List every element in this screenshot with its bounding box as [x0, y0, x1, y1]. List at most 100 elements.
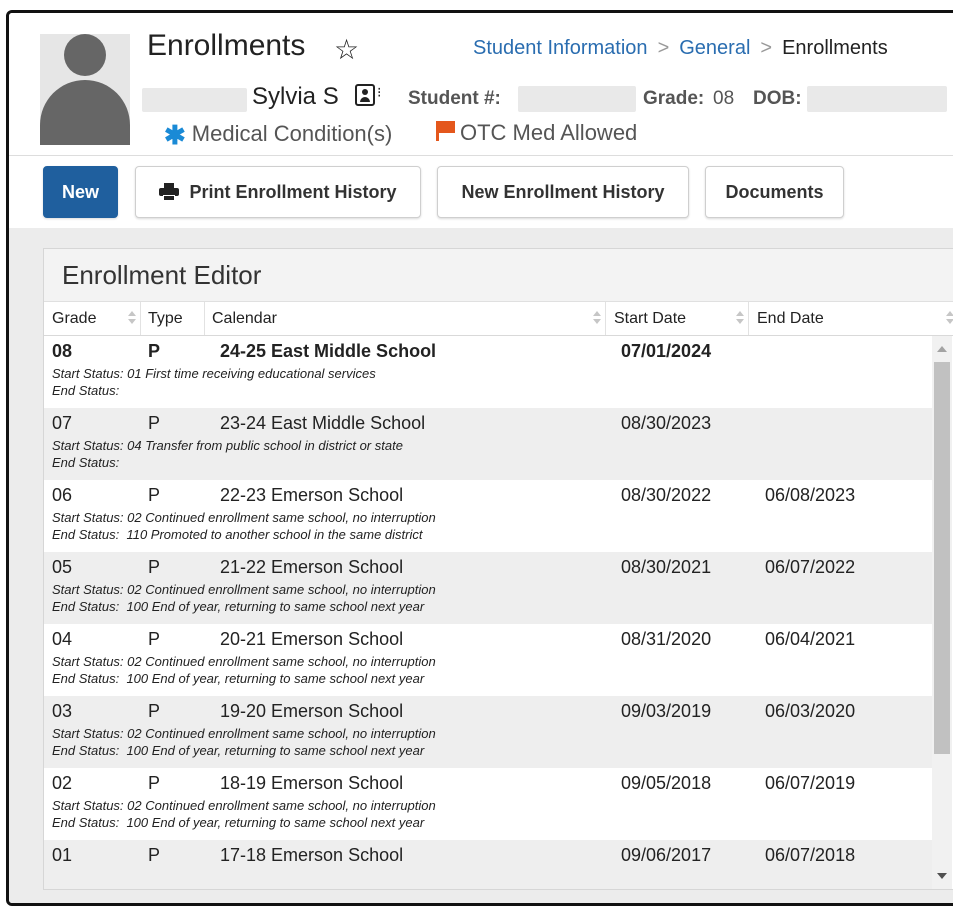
scroll-up-arrow-icon[interactable]	[937, 346, 947, 352]
action-toolbar: New Print Enrollment History New Enrollm…	[9, 155, 953, 229]
type-cell: P	[148, 341, 161, 361]
grade-label: Grade:	[643, 88, 705, 109]
table-row[interactable]: 05 P 21-22 Emerson School 08/30/2021 06/…	[44, 552, 932, 624]
table-row[interactable]: 04 P 20-21 Emerson School 08/31/2020 06/…	[44, 624, 932, 696]
end-date-cell: 06/04/2021	[765, 629, 856, 649]
table-row[interactable]: 03 P 19-20 Emerson School 09/03/2019 06/…	[44, 696, 932, 768]
column-header-type[interactable]: Type	[148, 310, 183, 328]
print-enrollment-history-button[interactable]: Print Enrollment History	[135, 166, 421, 218]
table-row[interactable]: 07 P 23-24 East Middle School 08/30/2023…	[44, 408, 932, 480]
favorite-star-icon[interactable]: ☆	[334, 33, 359, 66]
calendar-cell: 17-18 Emerson School	[220, 845, 404, 865]
end-date-cell: 06/07/2018	[765, 845, 856, 865]
breadcrumb-separator-icon: >	[760, 37, 773, 59]
calendar-cell: 19-20 Emerson School	[220, 701, 404, 721]
start-status-label: Start Status:	[52, 366, 124, 381]
flag-icon	[434, 120, 456, 142]
student-name: Sylvia S	[252, 83, 339, 110]
dob-label: DOB:	[753, 88, 802, 109]
breadcrumb-current: Enrollments	[782, 37, 888, 59]
new-button[interactable]: New	[43, 166, 118, 218]
type-cell: P	[148, 773, 161, 793]
start-status-line: Start Status: 02 Continued enrollment sa…	[52, 510, 436, 525]
start-status-label: Start Status:	[52, 798, 124, 813]
column-header-calendar[interactable]: Calendar	[212, 310, 277, 328]
start-status-value: 04 Transfer from public school in distri…	[127, 438, 403, 453]
end-status-value: 100 End of year, returning to same schoo…	[126, 599, 425, 614]
table-header: Grade Type Calendar Start Date End Date	[44, 302, 953, 336]
start-date-cell: 08/30/2023	[621, 413, 712, 433]
breadcrumb-general[interactable]: General	[679, 37, 750, 59]
table-row[interactable]: 06 P 22-23 Emerson School 08/30/2022 06/…	[44, 480, 932, 552]
calendar-cell: 21-22 Emerson School	[220, 557, 404, 577]
page-title: Enrollments	[147, 29, 306, 62]
medical-asterisk-icon: ✱	[164, 120, 186, 150]
scroll-down-arrow-icon[interactable]	[937, 873, 947, 879]
end-status-value: 110 Promoted to another school in the sa…	[126, 527, 423, 542]
table-row[interactable]: 02 P 18-19 Emerson School 09/05/2018 06/…	[44, 768, 932, 840]
end-status-label: End Status:	[52, 671, 120, 686]
redacted-last-name	[142, 88, 247, 112]
type-cell: P	[148, 485, 161, 505]
calendar-cell: 18-19 Emerson School	[220, 773, 404, 793]
panel-title: Enrollment Editor	[62, 260, 262, 290]
start-status-value: 01 First time receiving educational serv…	[127, 366, 376, 381]
end-status-line: End Status: 110 Promoted to another scho…	[52, 527, 422, 542]
redacted-dob	[807, 86, 947, 112]
medical-condition-label: Medical Condition(s)	[191, 121, 393, 146]
vertical-scrollbar[interactable]	[932, 336, 952, 889]
start-status-value: 02 Continued enrollment same school, no …	[127, 582, 436, 597]
column-header-end-date[interactable]: End Date	[757, 310, 824, 328]
student-header: Enrollments ☆ Student Information > Genera…	[9, 13, 953, 155]
end-status-label: End Status:	[52, 743, 120, 758]
start-status-line: Start Status: 02 Continued enrollment sa…	[52, 654, 436, 669]
grade-cell: 08	[52, 341, 73, 361]
redacted-student-number	[518, 86, 636, 112]
sort-icon[interactable]	[128, 310, 136, 326]
column-header-grade[interactable]: Grade	[52, 310, 96, 328]
column-divider	[204, 302, 205, 335]
calendar-cell: 23-24 East Middle School	[220, 413, 426, 433]
start-status-line: Start Status: 04 Transfer from public sc…	[52, 438, 403, 453]
content-area: Enrollment Editor Grade Type Calendar St…	[9, 228, 953, 903]
type-cell: P	[148, 557, 161, 577]
scrollbar-thumb[interactable]	[934, 362, 950, 754]
grade-cell: 07	[52, 413, 73, 433]
start-status-line: Start Status: 02 Continued enrollment sa…	[52, 726, 436, 741]
type-cell: P	[148, 701, 161, 721]
contact-card-tick-icon: ⁝	[377, 84, 382, 100]
start-status-value: 02 Continued enrollment same school, no …	[127, 798, 436, 813]
start-date-cell: 09/03/2019	[621, 701, 712, 721]
contact-card-icon[interactable]	[355, 84, 375, 106]
end-status-line: End Status:	[52, 383, 119, 398]
column-divider	[140, 302, 141, 335]
otc-med-alert[interactable]: OTC Med Allowed	[434, 120, 637, 146]
student-avatar	[40, 34, 130, 145]
end-status-value: 100 End of year, returning to same schoo…	[126, 743, 425, 758]
end-status-label: End Status:	[52, 599, 120, 614]
panel-header: Enrollment Editor	[44, 249, 953, 302]
sort-icon[interactable]	[946, 310, 953, 326]
type-cell: P	[148, 413, 161, 433]
print-enrollment-history-label: Print Enrollment History	[189, 181, 397, 202]
end-status-label: End Status:	[52, 383, 120, 398]
end-status-label: End Status:	[52, 815, 120, 830]
start-status-value: 02 Continued enrollment same school, no …	[127, 654, 436, 669]
sort-icon[interactable]	[593, 310, 601, 326]
column-header-start-date[interactable]: Start Date	[614, 310, 686, 328]
documents-button[interactable]: Documents	[705, 166, 844, 218]
avatar-body	[40, 80, 130, 145]
end-status-line: End Status: 100 End of year, returning t…	[52, 599, 424, 614]
new-enrollment-history-button[interactable]: New Enrollment History	[437, 166, 689, 218]
table-row[interactable]: 08 P 24-25 East Middle School 07/01/2024…	[44, 336, 932, 408]
breadcrumb-student-information[interactable]: Student Information	[473, 37, 648, 59]
medical-condition-alert[interactable]: ✱ Medical Condition(s)	[164, 120, 392, 151]
start-date-cell: 08/31/2020	[621, 629, 712, 649]
enrollment-editor-panel: Enrollment Editor Grade Type Calendar St…	[43, 248, 953, 890]
table-row[interactable]: 01 P 17-18 Emerson School 09/06/2017 06/…	[44, 840, 932, 889]
start-status-label: Start Status:	[52, 510, 124, 525]
sort-icon[interactable]	[736, 310, 744, 326]
app-frame: Enrollments ☆ Student Information > Genera…	[6, 10, 953, 906]
end-status-value: 100 End of year, returning to same schoo…	[126, 671, 425, 686]
student-number-label: Student #:	[408, 88, 501, 109]
